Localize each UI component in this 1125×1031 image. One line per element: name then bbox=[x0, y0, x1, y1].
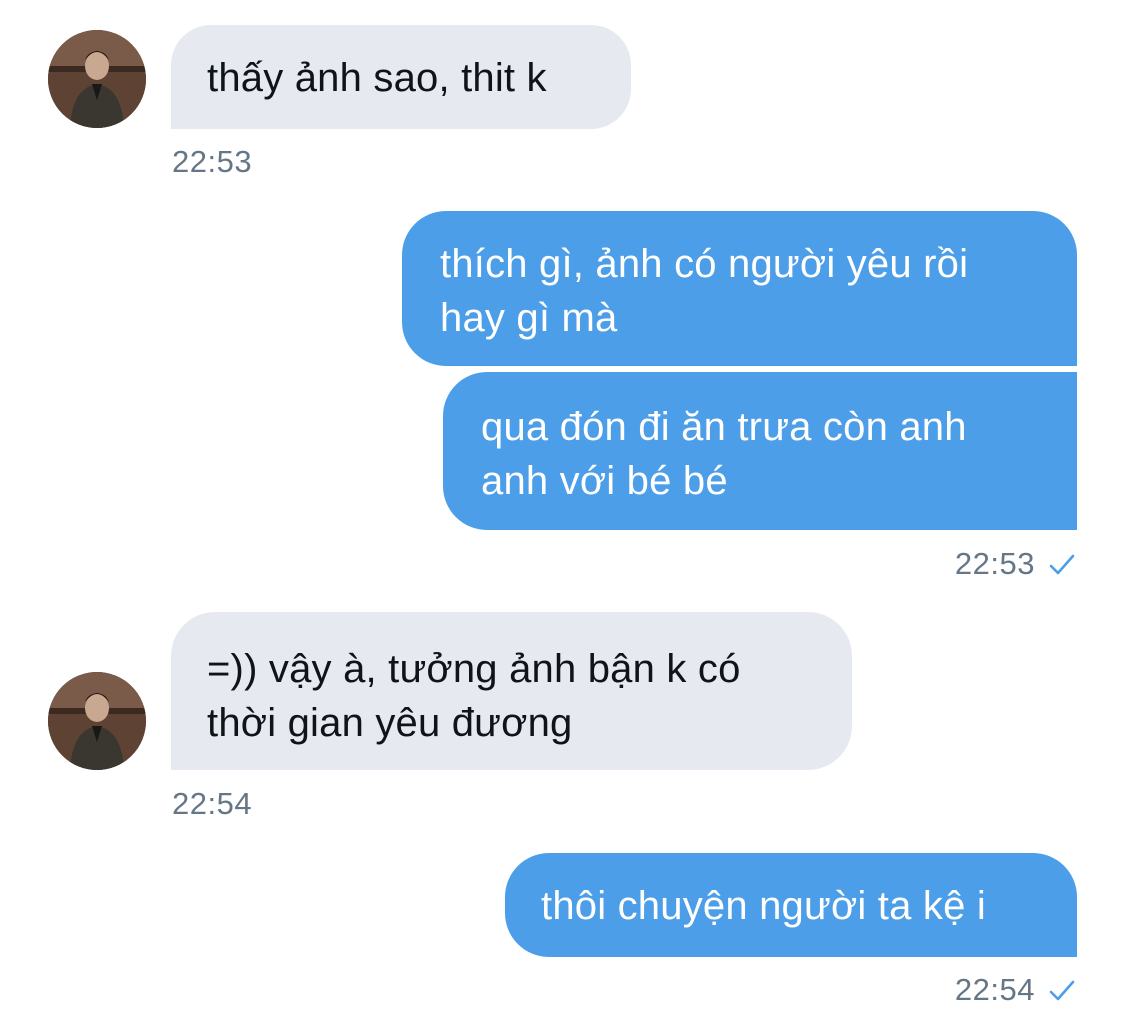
message-bubble-incoming[interactable]: =)) vậy à, tưởng ảnh bận k có thời gian … bbox=[171, 612, 852, 770]
message-timestamp: 22:53 bbox=[954, 546, 1035, 581]
message-bubble-outgoing[interactable]: thích gì, ảnh có người yêu rồi hay gì mà bbox=[402, 211, 1077, 366]
message-status: 22:54 bbox=[955, 972, 1075, 1010]
message-bubble-outgoing[interactable]: qua đón đi ăn trưa còn anh anh với bé bé bbox=[443, 372, 1077, 530]
message-text: thấy ảnh sao, thit k bbox=[207, 56, 547, 100]
avatar-photo bbox=[48, 672, 146, 770]
message-text: =)) vậy à, tưởng ảnh bận k có thời gian … bbox=[207, 647, 741, 745]
message-timestamp: 22:53 bbox=[172, 144, 253, 179]
message-text: thích gì, ảnh có người yêu rồi hay gì mà bbox=[440, 242, 969, 340]
checkmark-icon bbox=[1049, 974, 1075, 1010]
message-timestamp: 22:54 bbox=[172, 786, 253, 821]
avatar-photo bbox=[48, 30, 146, 128]
message-text: thôi chuyện người ta kệ i bbox=[541, 884, 986, 928]
contact-avatar[interactable] bbox=[48, 30, 146, 128]
message-status: 22:53 bbox=[955, 546, 1075, 584]
contact-avatar[interactable] bbox=[48, 672, 146, 770]
message-text: qua đón đi ăn trưa còn anh anh với bé bé bbox=[481, 405, 967, 503]
message-bubble-incoming[interactable]: thấy ảnh sao, thit k bbox=[171, 25, 631, 129]
message-timestamp: 22:54 bbox=[954, 972, 1035, 1007]
checkmark-icon bbox=[1049, 548, 1075, 584]
message-bubble-outgoing[interactable]: thôi chuyện người ta kệ i bbox=[505, 853, 1077, 957]
